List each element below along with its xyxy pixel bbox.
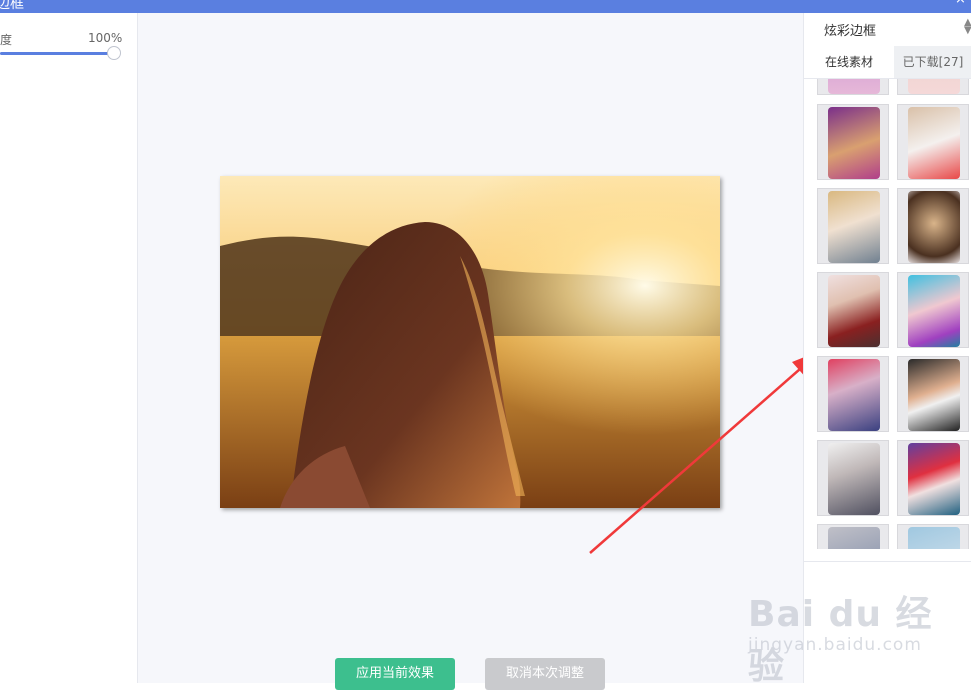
panel-divider: [804, 561, 971, 562]
frame-thumbnail[interactable]: [897, 79, 969, 95]
frame-thumbnail[interactable]: [817, 104, 889, 180]
frame-thumbnail[interactable]: [897, 104, 969, 180]
frame-category-select[interactable]: 炫彩边框: [824, 20, 876, 39]
opacity-slider-track[interactable]: [0, 52, 114, 55]
frame-thumbnail[interactable]: [897, 356, 969, 432]
frame-thumbnail[interactable]: [817, 272, 889, 348]
left-settings-panel: 度 100%: [0, 13, 138, 683]
frame-thumbnail[interactable]: [817, 524, 889, 549]
cancel-adjustment-button[interactable]: 取消本次调整: [485, 658, 605, 690]
window-title: 边框: [0, 0, 24, 12]
apply-effect-button[interactable]: 应用当前效果: [335, 658, 455, 690]
frame-thumbnail[interactable]: [817, 356, 889, 432]
watermark-url: jingyan.baidu.com: [748, 635, 922, 655]
opacity-slider-knob[interactable]: [107, 46, 121, 60]
frame-thumbnail[interactable]: [897, 272, 969, 348]
frame-thumbnail-grid: [804, 79, 971, 549]
frame-material-panel: 炫彩边框 ▲ ▼ 在线素材 已下载[27]: [803, 13, 971, 683]
opacity-label: 度: [0, 33, 13, 47]
frame-thumbnail[interactable]: [817, 188, 889, 264]
frame-thumbnail[interactable]: [897, 524, 969, 549]
minimize-icon[interactable]: –: [930, 0, 942, 6]
baidu-jingyan-watermark: Bai du 经验 jingyan.baidu.com: [748, 585, 968, 687]
annotation-arrow: [589, 350, 822, 554]
opacity-value: 100%: [88, 31, 123, 45]
frame-thumbnail[interactable]: [897, 440, 969, 516]
frame-thumbnail[interactable]: [897, 188, 969, 264]
material-tabs: 在线素材 已下载[27]: [804, 46, 971, 79]
tab-downloaded[interactable]: 已下载[27]: [894, 46, 971, 78]
tab-online-materials[interactable]: 在线素材: [804, 46, 894, 78]
frame-thumbnail[interactable]: [817, 440, 889, 516]
close-icon[interactable]: ×: [955, 0, 967, 6]
title-bar: 边框 – ×: [0, 0, 971, 13]
frame-thumbnail[interactable]: [817, 79, 889, 95]
sort-arrows-icon[interactable]: ▲ ▼: [964, 18, 971, 36]
